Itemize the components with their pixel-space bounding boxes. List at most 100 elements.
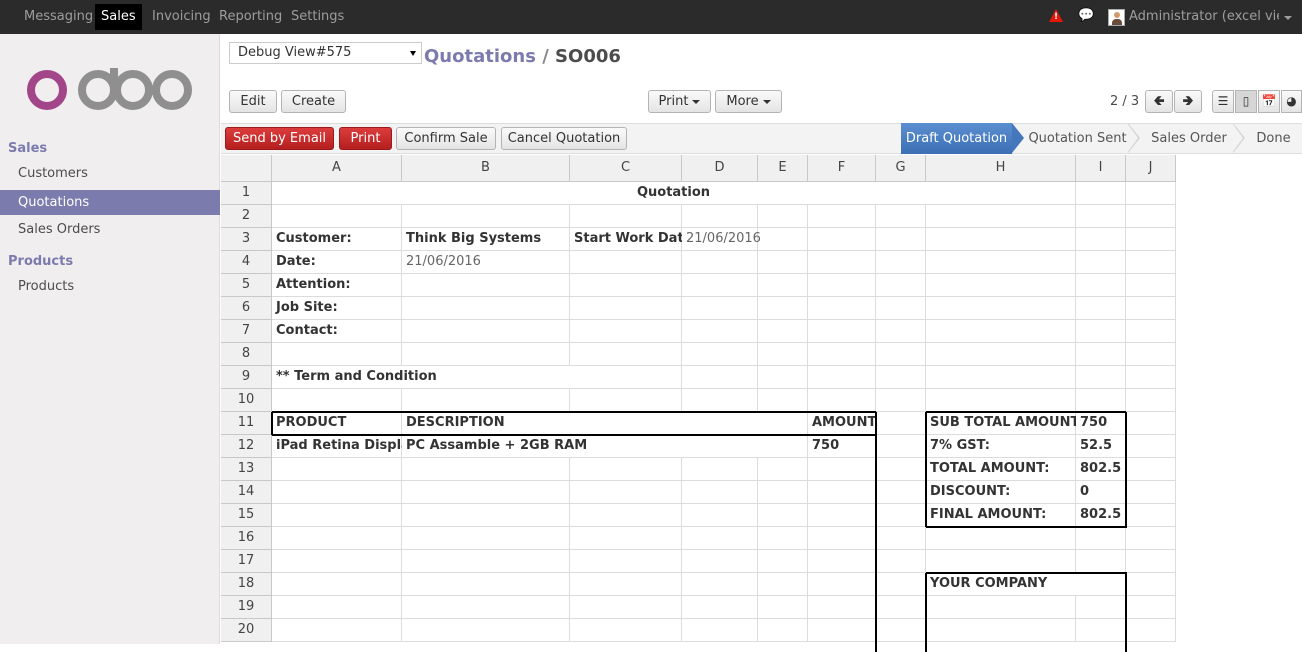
column-header-b[interactable]: B — [402, 155, 570, 182]
row-header-1[interactable]: 1 — [221, 182, 272, 205]
sheet-cell[interactable] — [1126, 366, 1176, 389]
cell-final-label[interactable]: FINAL AMOUNT: — [926, 504, 1076, 527]
row-header-6[interactable]: 6 — [221, 297, 272, 320]
row-header-5[interactable]: 5 — [221, 274, 272, 297]
menu-sales[interactable]: Sales — [95, 4, 142, 30]
sheet-cell[interactable] — [570, 274, 682, 297]
sheet-cell[interactable] — [570, 297, 682, 320]
sheet-cell[interactable] — [570, 389, 682, 412]
sheet-cell[interactable] — [758, 504, 808, 527]
sheet-cell[interactable] — [1126, 274, 1176, 297]
stage-done[interactable]: Done — [1245, 123, 1302, 154]
sheet-cell[interactable] — [570, 481, 682, 504]
more-dropdown-button[interactable]: More — [715, 90, 782, 113]
sheet-cell[interactable] — [808, 458, 876, 481]
sheet-cell[interactable] — [570, 458, 682, 481]
sheet-cell[interactable] — [926, 228, 1076, 251]
sheet-cell[interactable] — [758, 274, 808, 297]
sheet-cell[interactable] — [272, 619, 402, 642]
sheet-cell[interactable] — [808, 366, 876, 389]
row-header-9[interactable]: 9 — [221, 366, 272, 389]
sheet-cell[interactable] — [272, 527, 402, 550]
sheet-cell[interactable] — [570, 251, 682, 274]
sheet-cell[interactable] — [272, 573, 402, 596]
calendar-view-button[interactable]: 📅 — [1258, 90, 1280, 113]
sheet-cell[interactable] — [926, 320, 1076, 343]
sheet-cell[interactable] — [272, 481, 402, 504]
sheet-cell[interactable] — [1076, 389, 1126, 412]
sheet-cell[interactable] — [876, 435, 926, 458]
sheet-cell[interactable] — [1126, 228, 1176, 251]
cancel-quotation-button[interactable]: Cancel Quotation — [501, 127, 627, 150]
cell-gst-value[interactable]: 52.5 — [1076, 435, 1126, 458]
sheet-cell[interactable] — [1076, 182, 1126, 205]
cell-start-value[interactable]: 21/06/2016 — [682, 228, 761, 251]
sheet-cell[interactable] — [758, 366, 808, 389]
sheet-cell[interactable] — [808, 550, 876, 573]
sidebar-item-customers[interactable]: Customers — [0, 161, 220, 186]
cell-discount-label[interactable]: DISCOUNT: — [926, 481, 1076, 504]
sheet-cell[interactable] — [1126, 343, 1176, 366]
row-header-11[interactable]: 11 — [221, 412, 272, 435]
cell-date-value[interactable]: 21/06/2016 — [402, 251, 570, 274]
sheet-cell[interactable] — [402, 205, 570, 228]
sheet-cell[interactable] — [682, 481, 758, 504]
sheet-cell[interactable] — [682, 320, 758, 343]
column-header-j[interactable]: J — [1126, 155, 1176, 182]
sidebar-item-products[interactable]: Products — [0, 274, 220, 299]
sheet-cell[interactable] — [570, 573, 682, 596]
sheet-cell[interactable] — [1126, 619, 1176, 642]
sheet-cell[interactable] — [758, 205, 808, 228]
send-email-button[interactable]: Send by Email — [225, 127, 334, 150]
sheet-cell[interactable] — [1126, 389, 1176, 412]
sheet-cell[interactable] — [1126, 458, 1176, 481]
row-header-2[interactable]: 2 — [221, 205, 272, 228]
column-header-i[interactable]: I — [1076, 155, 1126, 182]
sheet-cell[interactable] — [402, 297, 570, 320]
sheet-cell[interactable] — [876, 527, 926, 550]
sheet-cell[interactable] — [808, 205, 876, 228]
sheet-cell[interactable] — [402, 504, 570, 527]
row-header-3[interactable]: 3 — [221, 228, 272, 251]
sheet-cell[interactable] — [682, 596, 758, 619]
sheet-cell[interactable] — [876, 504, 926, 527]
sheet-cell[interactable] — [1126, 182, 1176, 205]
sheet-cell[interactable] — [758, 481, 808, 504]
sheet-cell[interactable] — [876, 205, 926, 228]
sheet-cell[interactable] — [876, 274, 926, 297]
row-header-14[interactable]: 14 — [221, 481, 272, 504]
sheet-cell[interactable] — [808, 573, 876, 596]
sheet-cell[interactable] — [876, 550, 926, 573]
sheet-cell[interactable] — [1126, 320, 1176, 343]
sheet-cell[interactable] — [272, 458, 402, 481]
sheet-cell[interactable] — [570, 504, 682, 527]
cell-customer-label[interactable]: Customer: — [272, 228, 402, 251]
cell-discount-value[interactable]: 0 — [1076, 481, 1126, 504]
sheet-cell[interactable] — [1076, 343, 1126, 366]
sheet-cell[interactable] — [876, 596, 926, 619]
sheet-cell[interactable] — [1076, 228, 1126, 251]
sheet-cell[interactable] — [926, 596, 1076, 619]
sheet-cell[interactable] — [682, 619, 758, 642]
stage-sales-order[interactable]: Sales Order — [1142, 123, 1236, 154]
row-header-8[interactable]: 8 — [221, 343, 272, 366]
sheet-cell[interactable] — [402, 481, 570, 504]
sheet-cell[interactable] — [758, 297, 808, 320]
column-header-d[interactable]: D — [682, 155, 758, 182]
sheet-cell[interactable] — [570, 320, 682, 343]
sheet-cell[interactable] — [758, 320, 808, 343]
sheet-cell[interactable] — [682, 366, 758, 389]
next-record-button[interactable]: 🢂 — [1174, 90, 1202, 113]
sheet-cell[interactable] — [926, 619, 1076, 642]
sheet-cell[interactable] — [682, 205, 758, 228]
sheet-cell[interactable] — [682, 550, 758, 573]
sheet-cell[interactable] — [272, 205, 402, 228]
sheet-cell[interactable] — [402, 550, 570, 573]
row-header-17[interactable]: 17 — [221, 550, 272, 573]
row-header-4[interactable]: 4 — [221, 251, 272, 274]
sheet-cell[interactable] — [272, 389, 402, 412]
sheet-cell[interactable] — [876, 412, 926, 435]
sheet-cell[interactable] — [758, 389, 808, 412]
sheet-cell[interactable] — [1076, 274, 1126, 297]
stage-quotation-sent[interactable]: Quotation Sent — [1025, 123, 1130, 154]
